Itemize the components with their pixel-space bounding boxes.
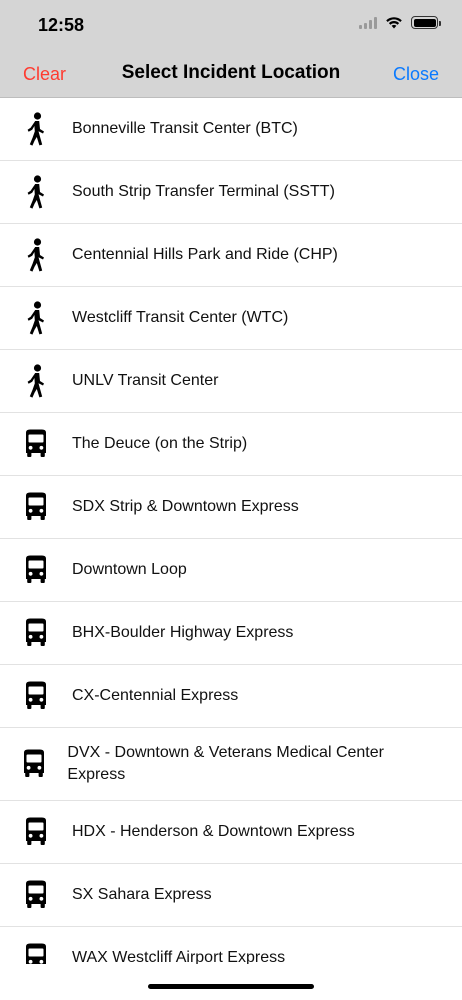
bus-icon — [0, 749, 67, 779]
location-label: Downtown Loop — [72, 561, 187, 578]
bus-icon — [0, 492, 72, 522]
location-row[interactable]: Westcliff Transit Center (WTC) — [0, 287, 462, 350]
location-row[interactable]: CX-Centennial Express — [0, 665, 462, 728]
location-row[interactable]: Downtown Loop — [0, 539, 462, 602]
location-row[interactable]: SDX Strip & Downtown Express — [0, 476, 462, 539]
header: 12:58 Clear Select Incident Location Clo… — [0, 0, 462, 98]
bus-icon — [0, 555, 72, 585]
location-label: UNLV Transit Center — [72, 372, 219, 389]
walking-person-icon — [0, 238, 72, 272]
nav-bar: Clear Select Incident Location Close — [0, 56, 462, 94]
bus-icon — [0, 681, 72, 711]
cellular-signal-icon — [359, 16, 377, 29]
location-label: SX Sahara Express — [72, 886, 212, 903]
close-button[interactable]: Close — [393, 64, 439, 85]
location-row[interactable]: Centennial Hills Park and Ride (CHP) — [0, 224, 462, 287]
location-label: CX-Centennial Express — [72, 687, 239, 704]
bus-icon — [0, 618, 72, 648]
location-label: Westcliff Transit Center (WTC) — [72, 309, 289, 326]
wifi-icon — [386, 17, 402, 29]
location-label: WAX Westcliff Airport Express — [72, 949, 286, 964]
location-row[interactable]: South Strip Transfer Terminal (SSTT) — [0, 161, 462, 224]
location-label: Bonneville Transit Center (BTC) — [72, 120, 298, 137]
bus-icon — [0, 943, 72, 964]
location-label: HDX - Henderson & Downtown Express — [72, 823, 355, 840]
location-label: DVX - Downtown & Veterans Medical Center… — [67, 744, 384, 783]
location-list: Bonneville Transit Center (BTC) South Str… — [0, 98, 462, 964]
walking-person-icon — [0, 112, 72, 146]
location-row[interactable]: DVX - Downtown & Veterans Medical Center… — [0, 728, 462, 801]
location-row[interactable]: SX Sahara Express — [0, 864, 462, 927]
location-label: The Deuce (on the Strip) — [72, 435, 248, 452]
location-row[interactable]: BHX-Boulder Highway Express — [0, 602, 462, 665]
home-indicator — [148, 984, 314, 989]
status-icons — [359, 16, 441, 29]
location-label: South Strip Transfer Terminal (SSTT) — [72, 183, 335, 200]
location-label: BHX-Boulder Highway Express — [72, 624, 294, 641]
location-row[interactable]: UNLV Transit Center — [0, 350, 462, 413]
location-row[interactable]: The Deuce (on the Strip) — [0, 413, 462, 476]
location-row[interactable]: HDX - Henderson & Downtown Express — [0, 801, 462, 864]
bus-icon — [0, 880, 72, 910]
walking-person-icon — [0, 175, 72, 209]
location-row[interactable]: Bonneville Transit Center (BTC) — [0, 98, 462, 161]
location-label: Centennial Hills Park and Ride (CHP) — [72, 246, 338, 263]
walking-person-icon — [0, 364, 72, 398]
battery-icon — [411, 16, 441, 29]
walking-person-icon — [0, 301, 72, 335]
location-row[interactable]: WAX Westcliff Airport Express — [0, 927, 462, 964]
bus-icon — [0, 429, 72, 459]
bus-icon — [0, 817, 72, 847]
status-time: 12:58 — [38, 15, 85, 35]
location-label: SDX Strip & Downtown Express — [72, 498, 299, 515]
